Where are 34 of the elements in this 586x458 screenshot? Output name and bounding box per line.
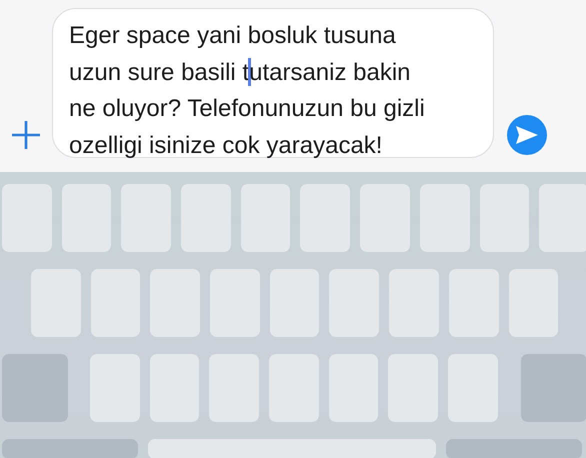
key[interactable] — [480, 184, 530, 252]
key[interactable] — [360, 184, 410, 252]
key[interactable] — [121, 184, 172, 252]
key[interactable] — [448, 269, 498, 337]
key[interactable] — [448, 354, 498, 422]
key[interactable] — [240, 184, 290, 252]
key[interactable] — [446, 439, 582, 458]
key[interactable] — [90, 269, 140, 337]
key[interactable] — [300, 184, 350, 252]
key[interactable] — [508, 269, 558, 337]
key[interactable] — [150, 354, 200, 422]
key[interactable] — [90, 354, 140, 422]
key[interactable] — [328, 354, 378, 422]
key[interactable] — [209, 354, 260, 422]
key[interactable] — [2, 184, 52, 252]
key[interactable] — [2, 439, 138, 458]
key[interactable] — [270, 269, 320, 337]
send-button[interactable] — [507, 115, 547, 155]
key[interactable] — [269, 354, 319, 422]
key[interactable] — [31, 269, 81, 337]
key[interactable] — [181, 184, 231, 252]
key[interactable] — [329, 269, 380, 337]
key[interactable] — [210, 269, 260, 337]
key[interactable] — [539, 184, 586, 252]
plus-icon — [11, 120, 41, 150]
key[interactable] — [2, 354, 68, 422]
key[interactable] — [150, 269, 200, 337]
key[interactable] — [62, 184, 112, 252]
send-icon — [515, 125, 539, 145]
key[interactable] — [520, 354, 586, 422]
key[interactable] — [389, 269, 439, 337]
key[interactable] — [388, 354, 438, 422]
space-key[interactable] — [148, 439, 436, 458]
key[interactable] — [420, 184, 470, 252]
